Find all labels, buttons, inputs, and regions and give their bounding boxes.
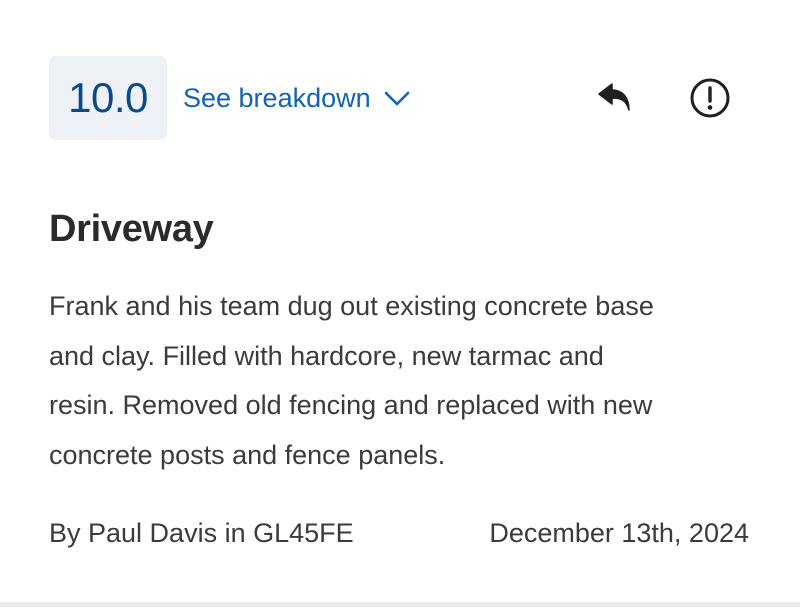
author-line: By Paul Davis in GL45FE xyxy=(49,517,354,548)
see-breakdown-button[interactable]: See breakdown xyxy=(183,80,411,116)
chevron-down-icon xyxy=(383,88,411,108)
divider xyxy=(0,602,800,607)
review-title: Driveway xyxy=(49,208,214,250)
reply-icon[interactable] xyxy=(594,78,636,118)
alert-circle-icon[interactable] xyxy=(689,77,731,119)
review-date: December 13th, 2024 xyxy=(489,517,749,548)
see-breakdown-label: See breakdown xyxy=(183,82,371,113)
review-meta: By Paul Davis in GL45FE December 13th, 2… xyxy=(49,515,749,551)
review-header: 10.0 See breakdown xyxy=(49,56,740,140)
review-body: Frank and his team dug out existing conc… xyxy=(49,291,654,470)
review-card: 10.0 See breakdown Driveway Frank and hi xyxy=(0,0,800,607)
score-badge: 10.0 xyxy=(49,56,167,140)
score-value: 10.0 xyxy=(68,74,148,121)
